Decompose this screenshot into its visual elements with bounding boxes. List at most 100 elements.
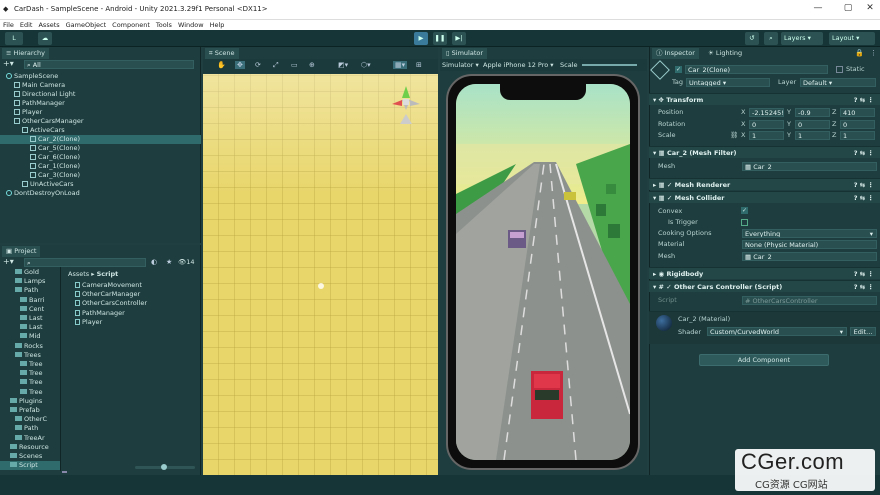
object-name-field[interactable]: Car_2(Clone) bbox=[685, 65, 828, 74]
scl-x-field[interactable]: 1 bbox=[749, 131, 784, 140]
hand-tool-icon[interactable]: ✋ bbox=[217, 61, 226, 69]
simulator-mode-dropdown[interactable]: Simulator ▾ bbox=[442, 59, 479, 71]
project-folder-item[interactable]: Prefab bbox=[0, 406, 60, 415]
project-folder-item[interactable]: Plugins bbox=[0, 397, 60, 406]
project-search-input[interactable]: ⌕ bbox=[24, 258, 146, 267]
scl-z-field[interactable]: 1 bbox=[840, 131, 875, 140]
grid-snap-icon[interactable]: ▦▾ bbox=[393, 61, 408, 69]
project-folder-item[interactable]: Rocks bbox=[0, 342, 60, 351]
project-file-item[interactable]: PathManager bbox=[75, 309, 125, 318]
shader-dropdown[interactable]: Custom/CurvedWorld ▾ bbox=[707, 327, 847, 336]
rot-y-field[interactable]: 0 bbox=[795, 120, 830, 129]
hierarchy-item[interactable]: UnActiveCars bbox=[0, 180, 201, 189]
menu-item-tools[interactable]: Tools bbox=[156, 20, 172, 30]
scene-viewport[interactable] bbox=[203, 74, 438, 475]
project-file-item[interactable]: Player bbox=[75, 318, 102, 327]
menu-item-window[interactable]: Window bbox=[178, 20, 204, 30]
collider-mesh-field[interactable]: ▦ Car_2 bbox=[742, 252, 877, 261]
menu-item-edit[interactable]: Edit bbox=[20, 20, 33, 30]
tab-project[interactable]: ▣ Project bbox=[2, 246, 41, 257]
tag-dropdown[interactable]: Untagged ▾ bbox=[686, 78, 770, 87]
shader-edit-button[interactable]: Edit... bbox=[850, 327, 876, 336]
add-object-button[interactable]: +▾ bbox=[3, 60, 19, 69]
project-folder-item[interactable]: Tree bbox=[0, 378, 60, 387]
axis-x-label[interactable]: X bbox=[741, 131, 745, 140]
project-folder-item[interactable]: Last bbox=[0, 323, 60, 332]
game-viewport[interactable] bbox=[456, 84, 630, 460]
hierarchy-item[interactable]: Car_5(Clone) bbox=[0, 144, 201, 153]
menu-item-file[interactable]: File bbox=[3, 20, 14, 30]
hierarchy-item[interactable]: Directional Light bbox=[0, 90, 201, 99]
transform-header[interactable]: ▾ ✥ Transform? ⇆ ⋮ bbox=[649, 93, 880, 105]
layer-dropdown[interactable]: Default ▾ bbox=[800, 78, 876, 87]
static-checkbox[interactable] bbox=[836, 66, 843, 73]
pos-x-field[interactable]: -2.15245! bbox=[749, 108, 784, 117]
breadcrumb-leaf[interactable]: Script bbox=[97, 270, 119, 278]
project-folder-item[interactable]: Script bbox=[0, 461, 60, 471]
menu-item-gameobject[interactable]: GameObject bbox=[66, 20, 107, 30]
hierarchy-item[interactable]: Car_3(Clone) bbox=[0, 171, 201, 180]
script-component-header[interactable]: ▾ # ✓ Other Cars Controller (Script)? ⇆ … bbox=[649, 280, 880, 292]
search-icon[interactable]: ⌕ bbox=[764, 32, 778, 45]
global-icon[interactable]: ⬡▾ bbox=[361, 61, 371, 69]
lock-icon[interactable]: 🔒 bbox=[855, 49, 864, 57]
is-trigger-checkbox[interactable] bbox=[741, 219, 748, 226]
collider-material-field[interactable]: None (Physic Material) bbox=[742, 240, 877, 249]
project-folder-item[interactable]: Lamps bbox=[0, 277, 60, 286]
hierarchy-item[interactable]: Car_1(Clone) bbox=[0, 162, 201, 171]
hierarchy-item[interactable]: Main Camera bbox=[0, 81, 201, 90]
tab-scene[interactable]: ⌗ Scene bbox=[205, 48, 239, 59]
icon-size-slider[interactable] bbox=[135, 464, 195, 470]
cooking-options-dropdown[interactable]: Everything ▾ bbox=[742, 229, 877, 238]
minimize-button[interactable]: — bbox=[805, 3, 831, 17]
close-button[interactable]: ✕ bbox=[857, 3, 880, 17]
mesh-collider-header[interactable]: ▾ ▦ ✓ Mesh Collider? ⇆ ⋮ bbox=[649, 191, 880, 203]
hierarchy-item[interactable]: Car_2(Clone) bbox=[0, 135, 201, 144]
hierarchy-search-input[interactable]: ⌕ All bbox=[24, 60, 194, 69]
axis-y-label[interactable]: Y bbox=[787, 108, 791, 117]
active-checkbox[interactable]: ✓ bbox=[675, 66, 682, 73]
project-folder-item[interactable]: OtherC bbox=[0, 415, 60, 424]
project-folder-item[interactable]: TreeAr bbox=[0, 434, 60, 443]
project-folder-item[interactable]: Trees bbox=[0, 351, 60, 360]
tab-simulator[interactable]: ▯ Simulator bbox=[442, 48, 488, 59]
tab-lighting[interactable]: ☀ Lighting bbox=[704, 48, 746, 59]
pos-y-field[interactable]: -0.9 bbox=[795, 108, 830, 117]
hidden-count-badge[interactable]: 👁14 bbox=[178, 258, 195, 266]
add-component-button[interactable]: Add Component bbox=[699, 354, 829, 366]
scale-tool-icon[interactable]: ⤢ bbox=[273, 61, 279, 70]
account-button[interactable]: L bbox=[5, 32, 23, 45]
favorite-icon[interactable]: ★ bbox=[166, 258, 172, 266]
axis-z-label[interactable]: Z bbox=[832, 131, 836, 140]
project-folder-item[interactable]: Gold bbox=[0, 268, 60, 277]
mesh-filter-header[interactable]: ▾ ▦ Car_2 (Mesh Filter)? ⇆ ⋮ bbox=[649, 146, 880, 158]
breadcrumb-root[interactable]: Assets bbox=[68, 270, 89, 278]
project-folder-item[interactable]: Path bbox=[0, 286, 60, 295]
scl-y-field[interactable]: 1 bbox=[795, 131, 830, 140]
axis-x-label[interactable]: X bbox=[741, 108, 745, 117]
axis-y-label[interactable]: Y bbox=[787, 120, 791, 129]
menu-item-help[interactable]: Help bbox=[210, 20, 225, 30]
hierarchy-item[interactable]: DontDestroyOnLoad bbox=[0, 189, 201, 198]
constrain-scale-icon[interactable]: ⛓ bbox=[730, 131, 738, 140]
axis-y-label[interactable]: Y bbox=[787, 131, 791, 140]
hierarchy-item[interactable]: Player bbox=[0, 108, 201, 117]
hierarchy-item[interactable]: OtherCarsManager bbox=[0, 117, 201, 126]
pause-button[interactable]: ❚❚ bbox=[433, 32, 447, 45]
more-menu-icon[interactable]: ⋮ bbox=[870, 49, 877, 57]
project-file-item[interactable]: OtherCarsController bbox=[75, 299, 147, 308]
project-folder-item[interactable]: Scenes bbox=[0, 452, 60, 461]
convex-checkbox[interactable]: ✓ bbox=[741, 207, 748, 214]
rotate-tool-icon[interactable]: ⟳ bbox=[255, 61, 261, 69]
cloud-icon[interactable]: ☁ bbox=[38, 32, 52, 45]
project-folder-item[interactable]: Path bbox=[0, 424, 60, 433]
layout-dropdown[interactable]: Layout ▾ bbox=[829, 32, 875, 45]
project-folder-item[interactable]: Barri bbox=[0, 296, 60, 305]
project-folder-item[interactable]: Last bbox=[0, 314, 60, 323]
project-folder-item[interactable]: Cent bbox=[0, 305, 60, 314]
axis-z-label[interactable]: Z bbox=[832, 120, 836, 129]
project-file-item[interactable]: CameraMovement bbox=[75, 281, 142, 290]
project-folder-item[interactable]: Resource bbox=[0, 443, 60, 452]
pivot-icon[interactable]: ◩▾ bbox=[338, 61, 348, 69]
axis-x-label[interactable]: X bbox=[741, 120, 745, 129]
